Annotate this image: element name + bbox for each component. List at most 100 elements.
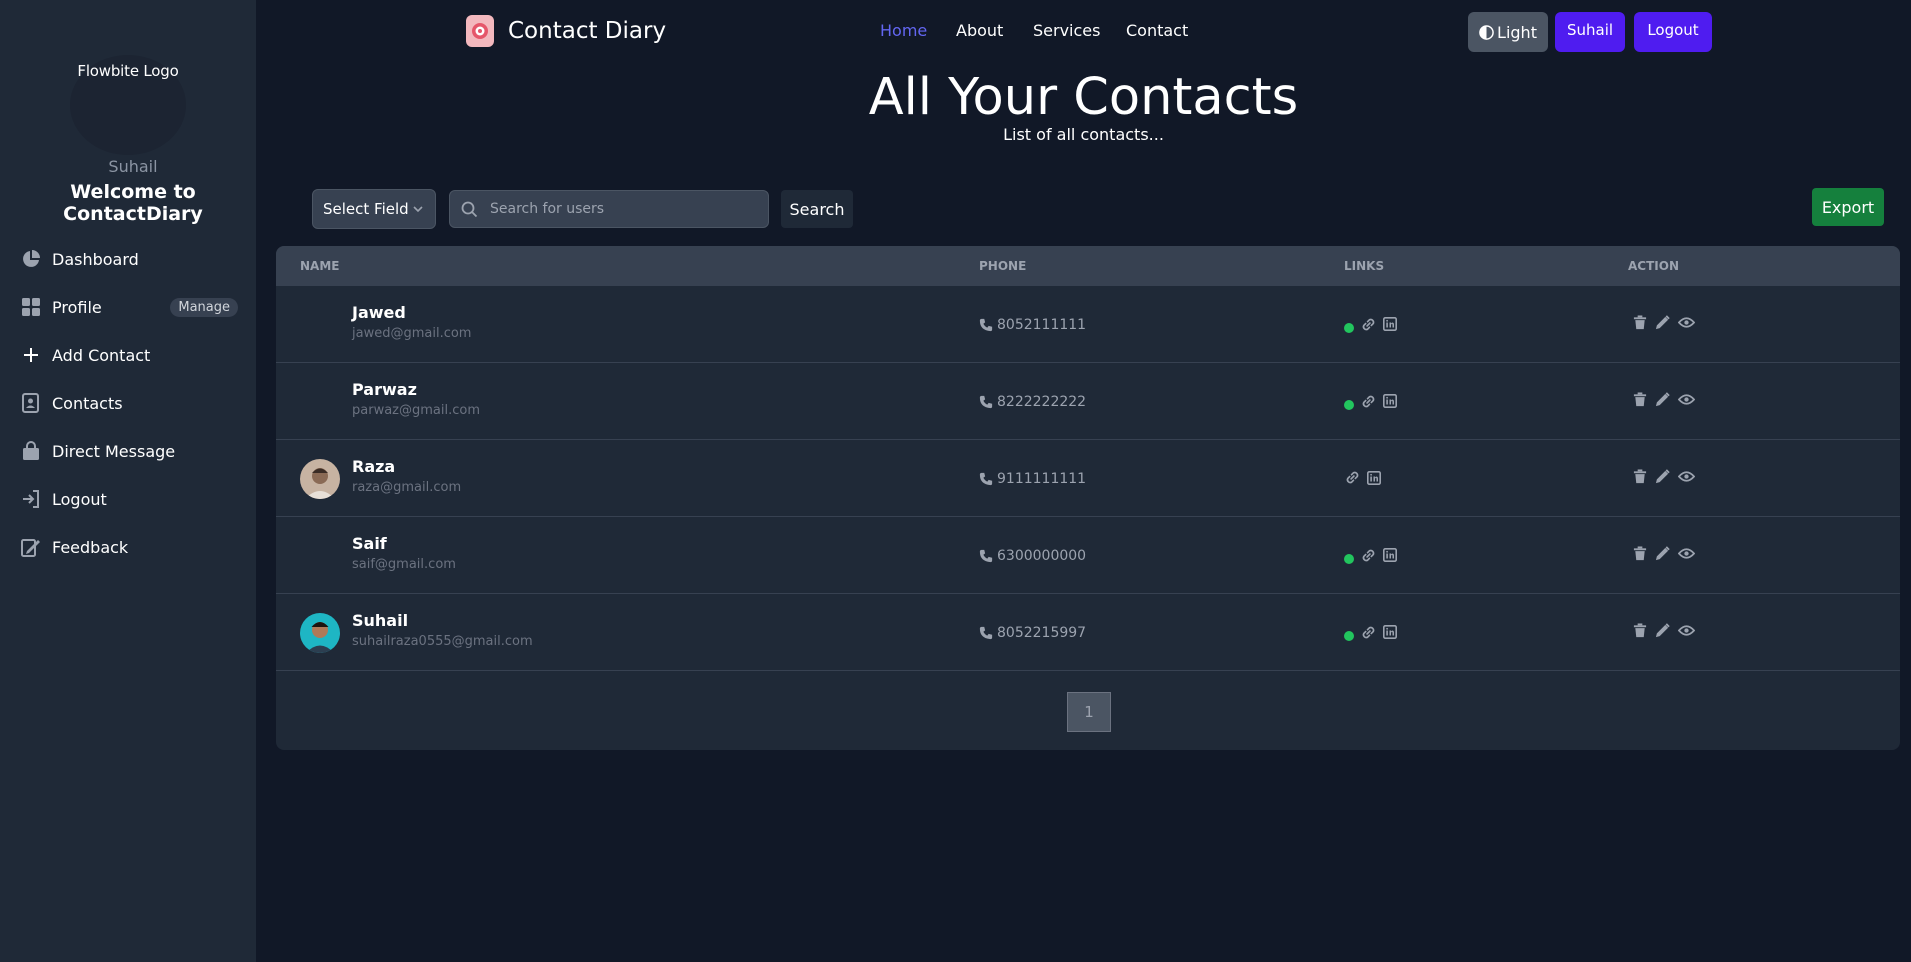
view-icon[interactable] bbox=[1678, 470, 1695, 483]
contact-name: Jawed bbox=[352, 303, 406, 322]
plus-icon bbox=[20, 344, 42, 366]
search-icon bbox=[461, 201, 478, 222]
sidebar-item-dashboard[interactable]: Dashboard bbox=[10, 239, 244, 279]
sidebar-item-label: Add Contact bbox=[52, 345, 151, 365]
nav-services[interactable]: Services bbox=[1033, 21, 1100, 40]
sidebar-item-add-contact[interactable]: Add Contact bbox=[10, 335, 244, 375]
page-title: All Your Contacts bbox=[868, 68, 1299, 127]
view-icon[interactable] bbox=[1678, 624, 1695, 637]
brand[interactable]: Contact Diary bbox=[466, 15, 666, 47]
delete-icon[interactable] bbox=[1633, 469, 1647, 484]
phone-icon bbox=[979, 626, 993, 640]
address-book-icon bbox=[20, 392, 42, 414]
pie-chart-icon bbox=[20, 248, 42, 270]
logo-alt-text: Flowbite Logo bbox=[77, 62, 179, 80]
sidebar: Flowbite Logo Suhail Welcome to ContactD… bbox=[0, 0, 256, 962]
avatar bbox=[300, 459, 340, 499]
delete-icon[interactable] bbox=[1633, 623, 1647, 638]
nav-contact[interactable]: Contact bbox=[1126, 21, 1188, 40]
contact-links bbox=[1344, 469, 1387, 486]
sidebar-item-direct-message[interactable]: Direct Message bbox=[10, 431, 244, 471]
delete-icon[interactable] bbox=[1633, 546, 1647, 561]
linkedin-icon[interactable] bbox=[1383, 548, 1397, 562]
contact-links bbox=[1344, 392, 1403, 410]
linkedin-icon[interactable] bbox=[1367, 470, 1381, 485]
row-actions bbox=[1633, 315, 1703, 330]
link-icon[interactable] bbox=[1360, 547, 1377, 564]
chevron-down-icon bbox=[411, 202, 425, 220]
link-icon[interactable] bbox=[1360, 624, 1377, 641]
contact-name: Suhail bbox=[352, 611, 409, 630]
search-box bbox=[449, 190, 769, 228]
pagination-page-button[interactable]: 1 bbox=[1067, 692, 1111, 732]
contact-name: Parwaz bbox=[352, 380, 417, 399]
edit-icon[interactable] bbox=[1655, 392, 1670, 407]
contact-name: Saif bbox=[352, 534, 387, 553]
nav-about[interactable]: About bbox=[956, 21, 1003, 40]
delete-icon[interactable] bbox=[1633, 315, 1647, 330]
contact-phone-number: 9111111111 bbox=[997, 471, 1087, 487]
sidebar-item-label: Direct Message bbox=[52, 441, 176, 461]
link-icon[interactable] bbox=[1344, 469, 1361, 486]
phone-icon bbox=[979, 549, 993, 563]
favorite-indicator bbox=[1344, 554, 1354, 564]
row-actions bbox=[1633, 392, 1703, 407]
favorite-indicator bbox=[1344, 323, 1354, 333]
contact-email: parwaz@gmail.com bbox=[352, 403, 480, 418]
table-row: Jawed jawed@gmail.com 8052111111 bbox=[276, 286, 1900, 363]
view-icon[interactable] bbox=[1678, 547, 1695, 560]
linkedin-icon[interactable] bbox=[1383, 394, 1397, 408]
contact-phone-number: 8052111111 bbox=[997, 317, 1087, 333]
linkedin-icon[interactable] bbox=[1383, 317, 1397, 331]
user-button[interactable]: Suhail bbox=[1555, 12, 1625, 52]
link-icon[interactable] bbox=[1360, 393, 1377, 410]
sidebar-item-logout[interactable]: Logout bbox=[10, 479, 244, 519]
brand-logo-icon bbox=[466, 15, 494, 47]
table-header: NAME PHONE LINKS ACTION bbox=[276, 246, 1900, 286]
delete-icon[interactable] bbox=[1633, 392, 1647, 407]
sidebar-username: Suhail bbox=[108, 157, 158, 176]
column-header-links: LINKS bbox=[1344, 259, 1385, 273]
link-icon[interactable] bbox=[1360, 316, 1377, 333]
table-row: Suhail suhailraza0555@gmail.com 80522159… bbox=[276, 594, 1900, 671]
contact-email: saif@gmail.com bbox=[352, 557, 456, 572]
manage-badge[interactable]: Manage bbox=[170, 297, 238, 317]
contact-phone-number: 6300000000 bbox=[997, 548, 1087, 564]
contacts-table: NAME PHONE LINKS ACTION Jawed jawed@gmai… bbox=[276, 246, 1900, 750]
sidebar-item-feedback[interactable]: Feedback bbox=[10, 527, 244, 567]
contact-links bbox=[1344, 315, 1403, 333]
favorite-indicator bbox=[1344, 631, 1354, 641]
search-input[interactable] bbox=[490, 191, 760, 227]
view-icon[interactable] bbox=[1678, 316, 1695, 329]
contact-phone: 6300000000 bbox=[979, 548, 1086, 564]
linkedin-icon[interactable] bbox=[1383, 625, 1397, 639]
contact-email: suhailraza0555@gmail.com bbox=[352, 634, 533, 649]
sidebar-item-contacts[interactable]: Contacts bbox=[10, 383, 244, 423]
select-field-dropdown[interactable]: Select Field bbox=[312, 189, 436, 229]
phone-icon bbox=[979, 472, 993, 486]
page-subtitle: List of all contacts... bbox=[1003, 125, 1164, 144]
contact-phone-number: 8052215997 bbox=[997, 625, 1087, 641]
view-icon[interactable] bbox=[1678, 393, 1695, 406]
contact-phone: 8052111111 bbox=[979, 317, 1086, 333]
edit-icon[interactable] bbox=[1655, 469, 1670, 484]
sidebar-item-profile[interactable]: Profile Manage bbox=[10, 287, 244, 327]
nav-home[interactable]: Home bbox=[880, 21, 927, 40]
favorite-indicator bbox=[1344, 400, 1354, 410]
select-field-value: Select Field bbox=[323, 200, 409, 218]
brand-title: Contact Diary bbox=[508, 18, 667, 44]
edit-icon[interactable] bbox=[1655, 315, 1670, 330]
edit-icon[interactable] bbox=[1655, 546, 1670, 561]
sidebar-item-label: Dashboard bbox=[52, 249, 139, 269]
theme-toggle-button[interactable]: Light bbox=[1468, 12, 1548, 52]
edit-icon[interactable] bbox=[1655, 623, 1670, 638]
search-button[interactable]: Search bbox=[781, 190, 853, 228]
export-button[interactable]: Export bbox=[1812, 188, 1884, 226]
table-row: Saif saif@gmail.com 6300000000 bbox=[276, 517, 1900, 594]
contrast-icon bbox=[1479, 24, 1494, 40]
logout-button[interactable]: Logout bbox=[1634, 12, 1712, 52]
phone-icon bbox=[979, 318, 993, 332]
table-row: Parwaz parwaz@gmail.com 8222222222 bbox=[276, 363, 1900, 440]
theme-toggle-label: Light bbox=[1497, 22, 1537, 42]
sidebar-item-label: Feedback bbox=[52, 537, 129, 557]
